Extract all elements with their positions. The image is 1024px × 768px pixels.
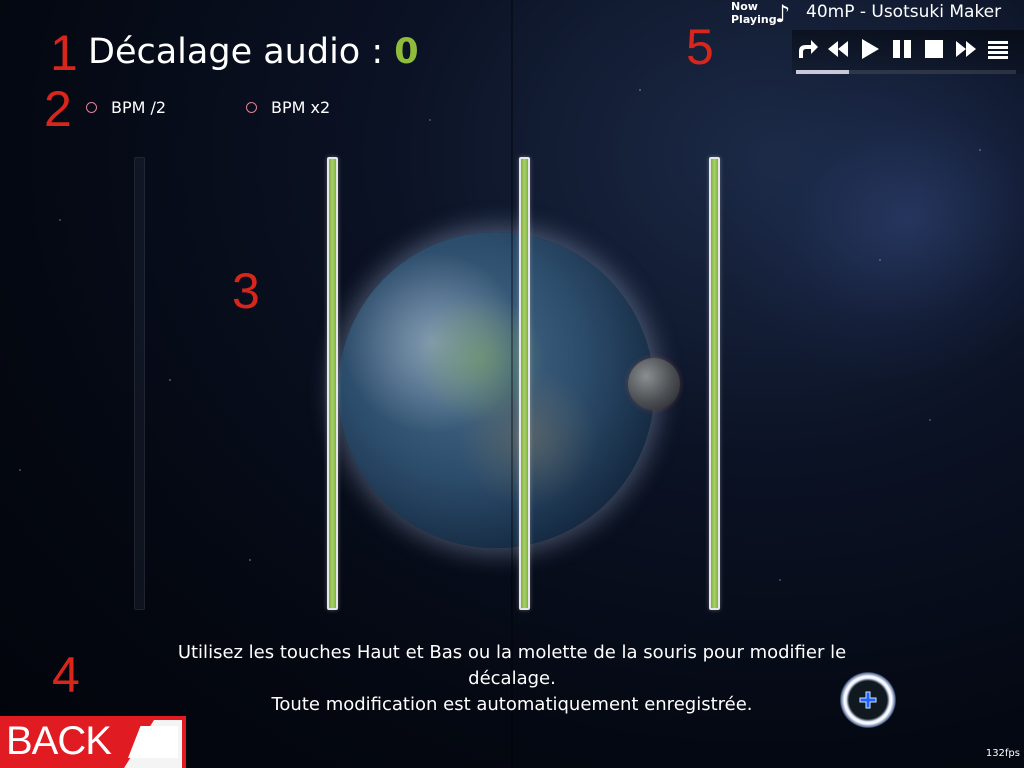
audio-offset-title: Décalage audio : 0 [88, 32, 419, 72]
instructions-line-1: Utilisez les touches Haut et Bas ou la m… [177, 642, 847, 689]
beat-bar-1 [327, 157, 338, 610]
bpm-double-radio[interactable] [246, 102, 257, 113]
bpm-half-option[interactable]: BPM /2 [86, 98, 166, 117]
fps-counter: 132fps [985, 748, 1020, 759]
audio-offset-label: Décalage audio : [88, 32, 384, 72]
previous-icon[interactable] [826, 36, 850, 62]
now-playing-label-line-2: Playing [731, 13, 777, 26]
bpm-double-option[interactable]: BPM x2 [246, 98, 330, 117]
earth-image [338, 232, 654, 548]
playlist-icon[interactable] [986, 36, 1010, 62]
instructions-text: Utilisez les touches Haut et Bas ou la m… [132, 640, 892, 718]
mouse-cursor [840, 672, 896, 728]
annotation-marker-2: 2 [44, 81, 72, 137]
now-playing-title[interactable]: 40mP - Usotsuki Maker [806, 2, 1001, 22]
bpm-half-label: BPM /2 [111, 98, 167, 117]
bpm-half-radio[interactable] [86, 102, 97, 113]
bpm-double-label: BPM x2 [271, 98, 331, 117]
instructions-line-2: Toute modification est automatiquement e… [271, 694, 753, 715]
music-note-icon: ♪ [775, 0, 791, 28]
song-progress-bar[interactable] [796, 70, 1016, 74]
next-icon[interactable] [954, 36, 978, 62]
cursor-plus-icon [840, 672, 896, 728]
annotation-marker-1: 1 [50, 25, 78, 81]
pause-icon[interactable] [890, 36, 914, 62]
song-progress-fill [796, 70, 849, 74]
beat-bar-inactive [134, 157, 145, 610]
annotation-marker-3: 3 [232, 263, 260, 319]
annotation-marker-4: 4 [52, 647, 80, 703]
beat-bar-2 [519, 157, 530, 610]
audio-offset-value: 0 [394, 32, 419, 72]
annotation-marker-5: 5 [686, 19, 714, 75]
play-icon[interactable] [858, 36, 882, 62]
now-playing-label-line-1: Now [731, 0, 758, 13]
now-playing-label: Now Playing [731, 0, 777, 26]
moon-image [628, 358, 680, 410]
back-button-label: BACK [6, 719, 112, 763]
back-button[interactable]: BACK [0, 716, 186, 768]
loop-icon[interactable] [796, 36, 820, 62]
beat-bar-3 [709, 157, 720, 610]
stop-icon[interactable] [922, 36, 946, 62]
